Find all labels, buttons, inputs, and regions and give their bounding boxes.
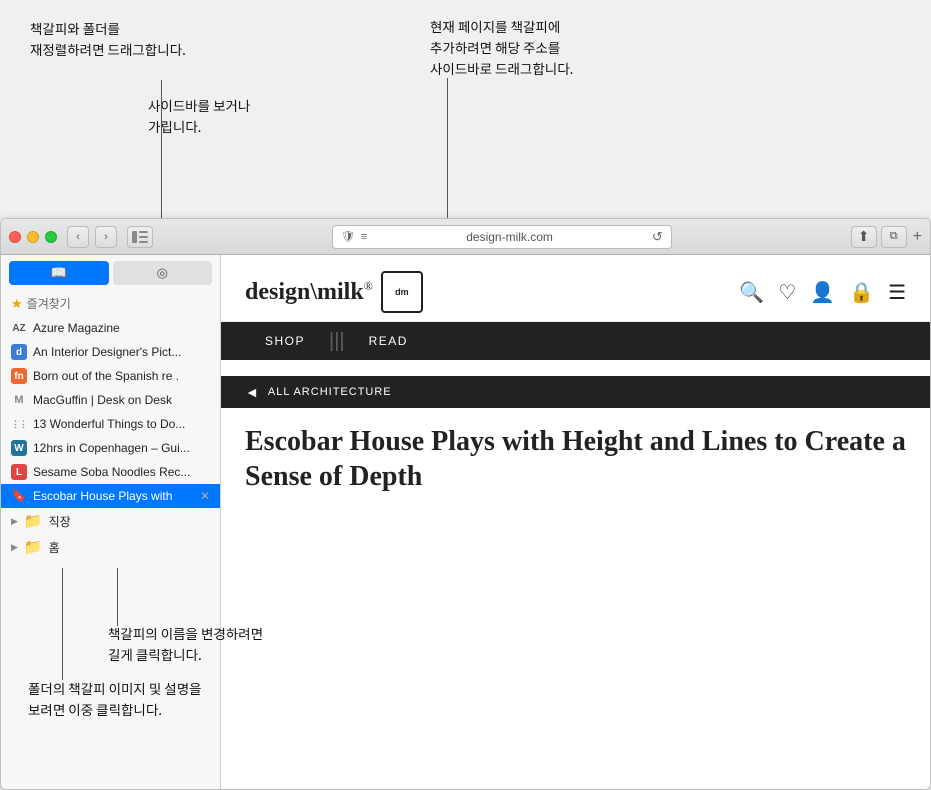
annotation-top-right: 현재 페이지를 책갈피에 추가하려면 해당 주소를 사이드바로 드래그합니다. — [430, 16, 573, 79]
bookmark-label: An Interior Designer's Pict... — [33, 345, 181, 359]
breadcrumb-arrow-icon: ◄ — [245, 384, 260, 400]
folder-item-home[interactable]: ▶ 📁 홈 — [1, 534, 220, 560]
site-icons: 🔍 ♡ 👤 🔒 ☰ — [739, 280, 906, 305]
minimize-button[interactable] — [27, 231, 39, 243]
tab-bookmarks[interactable]: 📖 — [9, 261, 109, 285]
search-icon[interactable]: 🔍 — [739, 280, 764, 305]
site-logo: design\milk® — [245, 280, 373, 304]
bookmark-label: 12hrs in Copenhagen – Gui... — [33, 441, 190, 455]
bookmark-favicon: 🔖 — [11, 488, 27, 504]
new-tab-button[interactable]: + — [913, 228, 922, 246]
shield-icon: 🛡 — [341, 230, 355, 243]
bookmark-favicon: ⋮⋮ — [11, 416, 27, 432]
folder-chevron-icon: ▶ — [11, 542, 18, 553]
folder-icon: 📁 — [24, 538, 43, 556]
callout-line-rename — [117, 568, 118, 626]
bookmark-favicon: fn — [11, 368, 27, 384]
bookmark-label: Sesame Soba Noodles Rec... — [33, 465, 190, 479]
list-item[interactable]: fn Born out of the Spanish re . — [1, 364, 220, 388]
logo-dm-text: dm — [395, 287, 409, 297]
favorites-header: ★ 즐겨찾기 — [1, 291, 220, 316]
breadcrumb-text: ALL ARCHITECTURE — [268, 386, 392, 398]
logo-text: design\milk — [245, 279, 364, 305]
site-nav: SHOP ||| READ — [221, 322, 930, 360]
favorites-label: 즐겨찾기 — [27, 295, 71, 312]
reader-icon: ≡ — [361, 231, 367, 243]
share-button[interactable]: ⬆ — [851, 226, 877, 248]
nav-shop[interactable]: SHOP — [245, 334, 325, 348]
sidebar-toggle-button[interactable] — [127, 226, 153, 248]
nav-separator: ||| — [329, 330, 345, 353]
maximize-button[interactable] — [45, 231, 57, 243]
annotation-sidebar-toggle: 사이드바를 보거나 가립니다. — [148, 95, 250, 137]
callout-line-2 — [447, 78, 448, 218]
bookmark-favicon: L — [11, 464, 27, 480]
main-content: design\milk® dm 🔍 ♡ 👤 🔒 ☰ SHOP — [221, 255, 930, 789]
toolbar-right: ⬆ ⧉ + — [851, 226, 922, 248]
wishlist-icon[interactable]: ♡ — [778, 280, 796, 305]
site-header: design\milk® dm 🔍 ♡ 👤 🔒 ☰ — [221, 255, 930, 322]
tab-overview-button[interactable]: ⧉ — [881, 226, 907, 248]
back-button[interactable]: ‹ — [67, 226, 89, 248]
bookmark-label: Azure Magazine — [33, 321, 120, 335]
menu-icon[interactable]: ☰ — [888, 280, 906, 305]
nav-read[interactable]: READ — [349, 334, 428, 348]
title-bar: ‹ › 🛡 ≡ design-milk.com ↺ ⬆ ⧉ + — [1, 219, 930, 255]
annotation-rename-bookmark: 책갈피의 이름을 변경하려면 길게 클릭합니다. — [108, 623, 263, 665]
bookmark-favicon: d — [11, 344, 27, 360]
tab-reading-list[interactable]: ◎ — [113, 261, 213, 285]
annotation-top-left: 책갈피와 폴더를 재정렬하려면 드래그합니다. — [30, 18, 186, 60]
logo-container: design\milk® dm — [245, 271, 423, 313]
bookmark-label: Escobar House Plays with — [33, 489, 172, 503]
bookmark-label: 13 Wonderful Things to Do... — [33, 417, 185, 431]
reload-button[interactable]: ↺ — [652, 229, 663, 245]
bookmark-label: MacGuffin | Desk on Desk — [33, 393, 172, 407]
article-title: Escobar House Plays with Height and Line… — [221, 408, 930, 506]
address-bar[interactable]: 🛡 ≡ design-milk.com ↺ — [332, 225, 672, 249]
list-item-active[interactable]: 🔖 Escobar House Plays with ✕ — [1, 484, 220, 508]
lock-icon[interactable]: 🔒 — [849, 280, 874, 305]
list-item[interactable]: M MacGuffin | Desk on Desk — [1, 388, 220, 412]
list-item[interactable]: L Sesame Soba Noodles Rec... — [1, 460, 220, 484]
folder-label: 직장 — [49, 513, 71, 530]
star-icon: ★ — [11, 296, 23, 312]
logo-dm-box: dm — [381, 271, 423, 313]
folder-label: 홈 — [49, 539, 60, 556]
url-display: design-milk.com — [373, 230, 646, 244]
bookmark-label: Born out of the Spanish re . — [33, 369, 179, 383]
forward-button[interactable]: › — [95, 226, 117, 248]
bookmark-favicon: M — [11, 392, 27, 408]
callout-line-folder — [62, 568, 63, 680]
list-item[interactable]: AZ Azure Magazine — [1, 316, 220, 340]
traffic-lights — [9, 231, 57, 243]
list-item[interactable]: W 12hrs in Copenhagen – Gui... — [1, 436, 220, 460]
folder-chevron-icon: ▶ — [11, 516, 18, 527]
article-breadcrumb: ◄ ALL ARCHITECTURE — [221, 376, 930, 408]
bookmark-close-icon[interactable]: ✕ — [200, 489, 210, 503]
bookmark-favicon: AZ — [11, 320, 27, 336]
list-item[interactable]: ⋮⋮ 13 Wonderful Things to Do... — [1, 412, 220, 436]
bookmark-favicon: W — [11, 440, 27, 456]
annotation-folder-bookmark: 폴더의 책갈피 이미지 및 설명을 보려면 이중 클릭합니다. — [28, 678, 202, 720]
sidebar-tab-bar: 📖 ◎ — [1, 255, 220, 291]
callout-line-1 — [161, 80, 162, 218]
account-icon[interactable]: 👤 — [810, 280, 835, 305]
list-item[interactable]: d An Interior Designer's Pict... — [1, 340, 220, 364]
folder-icon: 📁 — [24, 512, 43, 530]
folder-item-work[interactable]: ▶ 📁 직장 — [1, 508, 220, 534]
close-button[interactable] — [9, 231, 21, 243]
